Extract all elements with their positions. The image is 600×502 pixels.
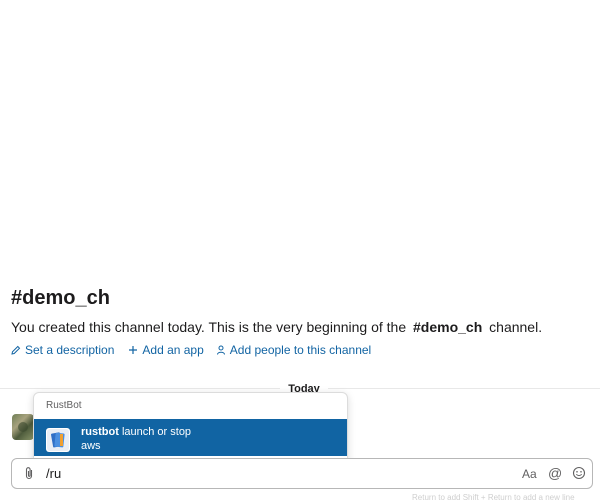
message-input[interactable]	[46, 464, 486, 483]
autocomplete-item-title: rustbot launch or stop	[81, 426, 191, 439]
composer-hint: Return to add Shift + Return to add a ne…	[412, 493, 575, 502]
app-icon	[46, 428, 70, 452]
channel-actions: Set a description Add an app Add people …	[11, 343, 385, 357]
intro-channel-name[interactable]: #demo_ch	[413, 319, 482, 335]
intro-prefix: You created this channel today. This is …	[11, 319, 407, 335]
pencil-icon	[11, 345, 21, 355]
paperclip-icon[interactable]	[23, 466, 35, 480]
add-app-label: Add an app	[142, 343, 204, 357]
message-composer: Aa @	[11, 458, 593, 489]
person-icon	[216, 345, 225, 355]
channel-intro: #demo_ch You created this channel today.…	[11, 286, 591, 357]
plus-icon	[129, 346, 138, 354]
add-people-button[interactable]: Add people to this channel	[216, 343, 371, 357]
format-button[interactable]: Aa	[522, 467, 537, 481]
set-description-label: Set a description	[25, 343, 115, 357]
add-people-label: Add people to this channel	[229, 343, 372, 357]
autocomplete-item-rustbot[interactable]: rustbot launch or stop aws	[34, 419, 347, 456]
command-description: launch or stop	[121, 426, 192, 438]
autocomplete-header: RustBot	[46, 400, 82, 411]
channel-title: #demo_ch	[11, 287, 110, 309]
channel-intro-text: You created this channel today. This is …	[11, 318, 542, 336]
emoji-icon[interactable]	[572, 466, 586, 480]
set-description-button[interactable]: Set a description	[11, 343, 114, 357]
command-autocomplete: RustBot rustbot launch or stop aws	[33, 392, 348, 465]
intro-suffix: channel.	[489, 319, 543, 335]
command-hint: aws	[81, 440, 101, 452]
add-app-button[interactable]: Add an app	[128, 343, 204, 357]
avatar[interactable]	[12, 414, 34, 440]
mention-button[interactable]: @	[548, 465, 562, 481]
command-name: rustbot	[81, 426, 119, 438]
